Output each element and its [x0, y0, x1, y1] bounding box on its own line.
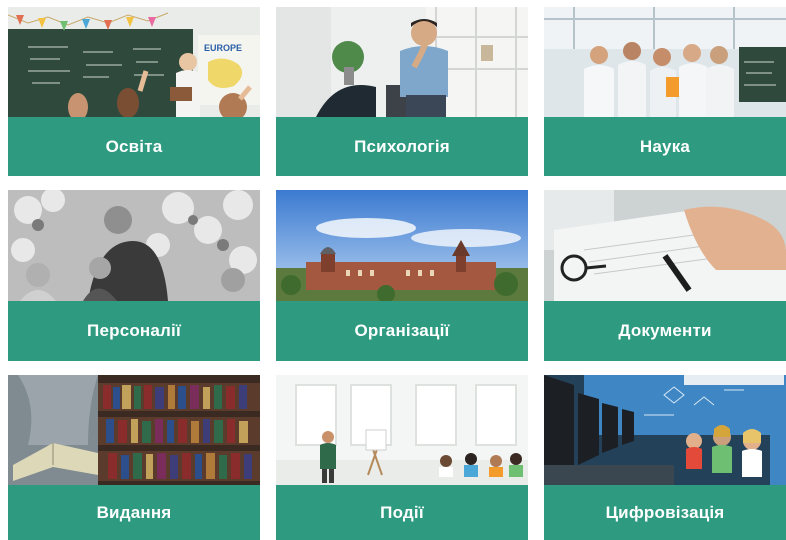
seminar-event-photo	[276, 375, 528, 485]
category-label: Психологія	[354, 137, 450, 156]
category-label: Видання	[96, 503, 172, 522]
computer-class-photo	[544, 375, 786, 485]
category-tile-personalities[interactable]: Персоналії	[8, 190, 260, 361]
category-tile-publications[interactable]: Видання	[8, 375, 260, 540]
historical-portrait-photo	[8, 190, 260, 301]
category-label: Документи	[618, 321, 712, 340]
category-label: Персоналії	[87, 321, 181, 340]
bookshelf-photo	[8, 375, 260, 485]
signing-document-photo	[544, 190, 786, 301]
category-label: Цифровізація	[605, 503, 725, 522]
europe-sign: EUROPE	[204, 43, 242, 53]
classroom-photo: EUROPE	[8, 7, 260, 117]
category-label: Події	[380, 503, 424, 522]
category-tile-education[interactable]: EUROPE Освіта	[8, 7, 260, 176]
university-campus-photo	[276, 190, 528, 301]
thinking-man-photo	[276, 7, 528, 117]
category-tile-psychology[interactable]: Психологія	[276, 7, 528, 176]
category-label: Наука	[639, 137, 691, 156]
category-tile-digitalization[interactable]: Цифровізація	[544, 375, 786, 540]
category-label: Освіта	[105, 137, 163, 156]
category-tile-documents[interactable]: Документи	[544, 190, 786, 361]
category-tile-organizations[interactable]: Організації	[276, 190, 528, 361]
scientists-lab-photo	[544, 7, 786, 117]
category-tile-events[interactable]: Події	[276, 375, 528, 540]
category-label: Організації	[354, 321, 450, 340]
category-tile-science[interactable]: Наука	[544, 7, 786, 176]
